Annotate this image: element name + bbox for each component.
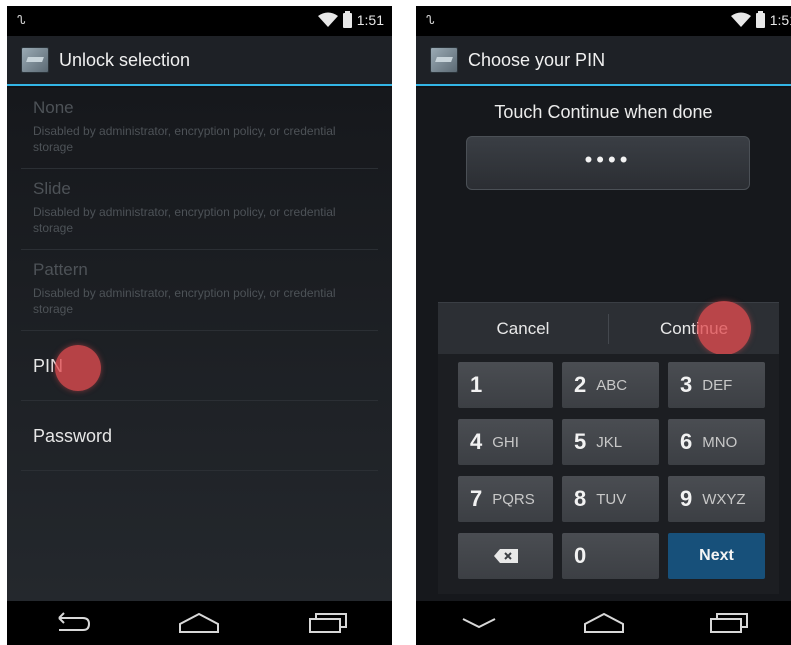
list-item-label: None: [33, 98, 74, 117]
cancel-button[interactable]: Cancel: [438, 303, 608, 354]
settings-app-icon: [21, 47, 49, 73]
settings-app-icon: [430, 47, 458, 73]
battery-icon: [342, 10, 352, 28]
unlock-options-list: None Disabled by administrator, encrypti…: [7, 88, 392, 601]
touch-indicator: [697, 301, 751, 355]
recent-apps-icon[interactable]: [303, 608, 353, 638]
navigation-bar: [7, 601, 392, 645]
list-item-password[interactable]: Password: [21, 401, 378, 471]
key-5[interactable]: 5 JKL: [562, 419, 659, 465]
backspace-icon: [493, 549, 518, 563]
page-title: Choose your PIN: [468, 49, 606, 70]
next-key[interactable]: Next: [668, 533, 765, 579]
numeric-keypad: 1 2 ABC 3 DEF 4 GHI 5 JKL 6 MNO 7 PQRS 8 TUV 9W…: [438, 354, 779, 594]
wifi-icon: [317, 12, 338, 27]
key-digit: 2: [574, 372, 587, 397]
key-digit: 4: [470, 429, 483, 454]
key-letters: JKL: [596, 433, 623, 451]
list-item-sublabel: Disabled by administrator, encryption po…: [33, 124, 336, 154]
home-icon[interactable]: [579, 608, 629, 638]
list-item-pattern: Pattern Disabled by administrator, encry…: [21, 250, 378, 331]
key-4[interactable]: 4 GHI: [458, 419, 553, 465]
key-3[interactable]: 3 DEF: [668, 362, 765, 408]
list-item-label: Password: [33, 426, 113, 446]
key-1[interactable]: 1: [458, 362, 553, 408]
button-bar: Cancel Continue: [438, 301, 779, 355]
key-digit: 7: [470, 486, 483, 511]
key-digit: 6: [680, 429, 693, 454]
list-item-none: None Disabled by administrator, encrypti…: [21, 88, 378, 169]
key-letters: TUV: [596, 490, 627, 508]
usb-debug-icon: ᔐ: [17, 13, 26, 27]
list-item-sublabel: Disabled by administrator, encryption po…: [33, 205, 336, 235]
key-9[interactable]: 9 WXYZ: [668, 476, 765, 522]
list-item-label: Pattern: [33, 260, 88, 279]
key-letters: WXYZ: [702, 490, 746, 508]
list-item-slide: Slide Disabled by administrator, encrypt…: [21, 169, 378, 250]
key-letters: ABC: [596, 376, 628, 394]
status-time: 1:51: [356, 12, 384, 28]
key-6[interactable]: 6 MNO: [668, 419, 765, 465]
page-title: Unlock selection: [59, 49, 191, 70]
status-bar: ᔐ 1:51: [7, 6, 392, 36]
list-item-label: Slide: [33, 179, 71, 198]
status-bar: ᔐ 1:51: [416, 6, 791, 36]
back-icon[interactable]: [46, 608, 96, 638]
delete-key[interactable]: [458, 533, 553, 579]
key-7[interactable]: 7 PQRS: [458, 476, 553, 522]
action-bar: Unlock selection: [7, 36, 392, 86]
battery-icon: [755, 10, 765, 28]
key-digit: 5: [574, 429, 587, 454]
key-letters: PQRS: [492, 490, 535, 508]
list-item-pin[interactable]: PIN: [21, 331, 378, 401]
key-8[interactable]: 8 TUV: [562, 476, 659, 522]
instruction-text: Touch Continue when done: [494, 102, 713, 122]
status-time: 1:51: [769, 12, 791, 28]
key-letters: MNO: [702, 433, 738, 451]
navigation-bar: [416, 601, 791, 645]
key-letters: DEF: [702, 376, 733, 394]
usb-debug-icon: ᔐ: [426, 13, 435, 27]
key-letters: GHI: [492, 433, 519, 451]
unlock-selection-screen: ᔐ 1:51 Unlock selection None Disabled by…: [7, 6, 392, 645]
key-2[interactable]: 2 ABC: [562, 362, 659, 408]
hide-keyboard-icon[interactable]: [454, 608, 504, 638]
key-digit: 9: [680, 486, 693, 511]
action-bar: Choose your PIN: [416, 36, 791, 86]
choose-pin-screen: ᔐ 1:51 Choose your PIN Touch Continue wh…: [416, 6, 791, 645]
touch-indicator: [55, 345, 101, 391]
key-digit: 1: [470, 372, 483, 397]
key-digit: 3: [680, 372, 693, 397]
list-item-sublabel: Disabled by administrator, encryption po…: [33, 286, 336, 316]
key-digit: 8: [574, 486, 587, 511]
pin-input[interactable]: ••••: [466, 136, 750, 190]
home-icon[interactable]: [174, 608, 224, 638]
continue-button[interactable]: Continue: [609, 301, 779, 355]
key-digit: 0: [574, 543, 587, 568]
wifi-icon: [730, 12, 751, 27]
recent-apps-icon[interactable]: [704, 608, 754, 638]
key-0[interactable]: 0: [562, 533, 659, 579]
